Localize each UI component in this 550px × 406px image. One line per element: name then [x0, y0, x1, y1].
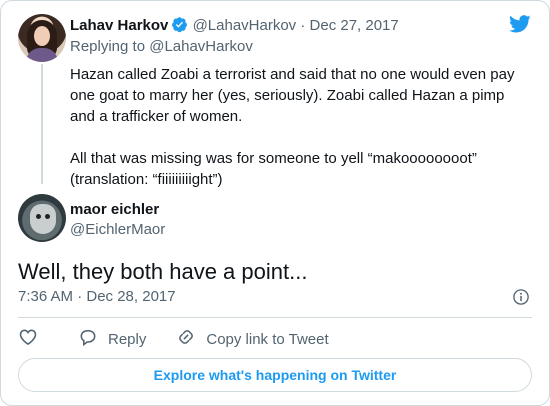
main-tweet-text: Well, they both have a point... [18, 259, 308, 284]
tweet-actions-bar: Reply Copy link to Tweet [18, 327, 359, 351]
parent-author-name[interactable]: Lahav Harkov [70, 17, 168, 34]
parent-tweet-header: Lahav Harkov @LahavHarkov · Dec 27, 2017 [70, 16, 399, 39]
main-author-handle[interactable]: @EichlerMaor [70, 221, 165, 238]
link-icon [176, 327, 206, 351]
explore-twitter-button[interactable]: Explore what's happening on Twitter [18, 358, 532, 392]
copy-link-button[interactable]: Copy link to Tweet [176, 327, 329, 351]
copy-link-label: Copy link to Tweet [206, 330, 329, 348]
parent-author-handle[interactable]: @LahavHarkov [193, 17, 297, 34]
main-tweet-timestamp[interactable]: 7:36 AM · Dec 28, 2017 [18, 288, 176, 305]
twitter-bird-icon[interactable] [509, 15, 531, 38]
like-button[interactable] [18, 327, 48, 351]
heart-icon [18, 327, 48, 351]
parent-author-avatar[interactable] [18, 14, 66, 62]
main-author-name[interactable]: maor eichler [70, 201, 159, 218]
reply-label: Reply [108, 330, 147, 348]
parent-tweet-paragraph: Hazan called Zoabi a terrorist and said … [70, 66, 515, 125]
reply-bubble-icon [78, 327, 108, 351]
thread-connector-line [41, 64, 43, 184]
main-author-avatar[interactable] [18, 194, 66, 242]
parent-tweet-text: Hazan called Zoabi a terrorist and said … [70, 64, 530, 211]
parent-tweet-date[interactable]: Dec 27, 2017 [310, 17, 399, 34]
replying-to-label[interactable]: Replying to @LahavHarkov [70, 38, 253, 55]
info-icon[interactable] [512, 288, 530, 311]
reply-button[interactable]: Reply [78, 327, 146, 351]
divider [18, 317, 532, 318]
tweet-embed-card: Lahav Harkov @LahavHarkov · Dec 27, 2017… [0, 0, 550, 406]
parent-tweet-paragraph: All that was missing was for someone to … [70, 150, 477, 188]
verified-badge-icon [171, 16, 188, 39]
separator-dot: · [296, 17, 310, 34]
